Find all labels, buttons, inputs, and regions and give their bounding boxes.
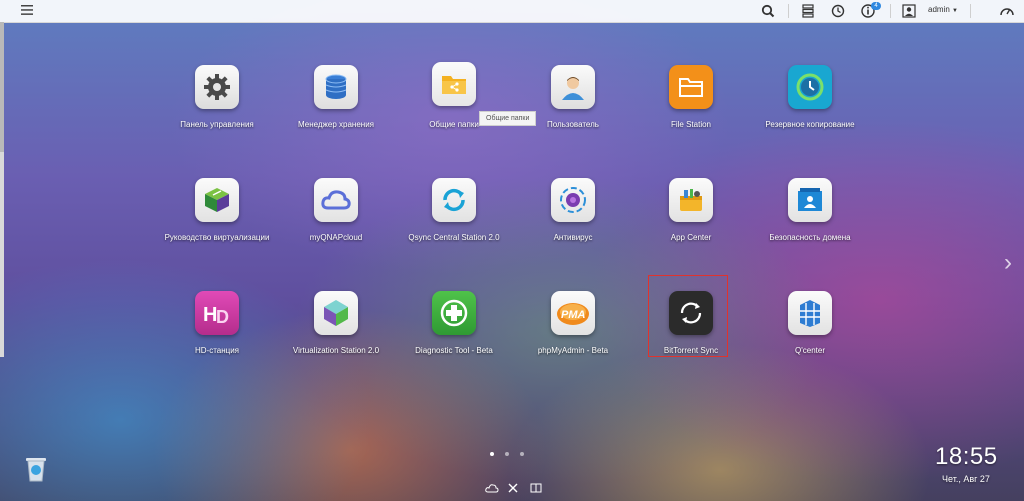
user-name: admin: [928, 5, 950, 14]
storage-alert-icon[interactable]: [799, 2, 817, 20]
app-file-station[interactable]: File Station: [631, 65, 751, 130]
page-dot[interactable]: [505, 452, 509, 456]
qcenter-grid-icon: [788, 291, 832, 335]
app-label: Менеджер хранения: [297, 120, 375, 129]
virus-target-icon: [551, 178, 595, 222]
page-dot[interactable]: [520, 452, 524, 456]
clock-date: Чет., Авг 27: [942, 474, 990, 484]
app-label: Безопасность домена: [769, 233, 851, 242]
tooltip: Общие папки: [479, 111, 537, 126]
tools-icon[interactable]: [507, 482, 521, 494]
svg-text:D: D: [216, 307, 229, 326]
selection-highlight: [648, 275, 728, 357]
app-label: Diagnostic Tool - Beta: [415, 346, 493, 355]
app-diagnostic-tool[interactable]: Diagnostic Tool - Beta: [394, 291, 514, 356]
bottom-dock: [485, 482, 543, 494]
app-app-center[interactable]: App Center: [631, 178, 751, 243]
app-label: phpMyAdmin - Beta: [537, 346, 609, 355]
cube-icon: [195, 178, 239, 222]
app-label: App Center: [670, 233, 712, 242]
separator: [970, 4, 971, 18]
app-control-panel[interactable]: Панель управления: [157, 65, 277, 130]
user-avatar-icon: [551, 65, 595, 109]
app-label: Панель управления: [180, 120, 254, 129]
app-virtualization-station[interactable]: Virtualization Station 2.0: [276, 291, 396, 356]
backup-clock-icon: [788, 65, 832, 109]
app-virtualization-guide[interactable]: Руководство виртуализации: [157, 178, 277, 243]
app-phpmyadmin[interactable]: PMA phpMyAdmin - Beta: [513, 291, 633, 356]
app-domain-security[interactable]: Безопасность домена: [750, 178, 870, 243]
app-backup[interactable]: Резервное копирование: [750, 65, 870, 130]
medical-cross-icon: [432, 291, 476, 335]
app-label: Резервное копирование: [765, 120, 855, 129]
sync-arrows-icon: [432, 178, 476, 222]
svg-text:PMA: PMA: [561, 309, 586, 321]
trash-icon[interactable]: [20, 452, 52, 484]
gear-icon: [195, 65, 239, 109]
cloud-icon: [314, 178, 358, 222]
page-dot[interactable]: [490, 452, 494, 456]
separator: [788, 4, 789, 18]
prism-icon: [314, 291, 358, 335]
left-edge-dark: [0, 22, 4, 152]
page-indicator: [490, 452, 524, 456]
sync-icon[interactable]: [829, 2, 847, 20]
clock-time: 18:55: [935, 443, 998, 470]
app-label: HD-станция: [194, 346, 240, 355]
separator: [890, 4, 891, 18]
app-label: Руководство виртуализации: [164, 233, 270, 242]
app-myqnapcloud[interactable]: myQNAPcloud: [276, 178, 396, 243]
app-label: File Station: [670, 120, 712, 129]
shared-folder-icon: [432, 62, 476, 106]
top-bar: 4 admin ▼: [0, 0, 1024, 23]
phpmyadmin-logo-icon: PMA: [551, 291, 595, 335]
app-storage-manager[interactable]: Менеджер хранения: [276, 65, 396, 130]
cloud-icon[interactable]: [485, 482, 499, 494]
app-label: Q'center: [795, 346, 825, 355]
app-label: myQNAPcloud: [309, 233, 363, 242]
menu-icon[interactable]: [20, 3, 34, 17]
id-card-icon: [788, 178, 832, 222]
app-qcenter[interactable]: Q'center: [750, 291, 870, 356]
dashboard-icon[interactable]: [998, 2, 1016, 20]
database-icon: [314, 65, 358, 109]
app-qsync[interactable]: Qsync Central Station 2.0: [394, 178, 514, 243]
app-label: Virtualization Station 2.0: [292, 346, 380, 355]
app-antivirus[interactable]: Антивирус: [513, 178, 633, 243]
search-icon[interactable]: [759, 2, 777, 20]
chevron-down-icon: ▼: [952, 8, 958, 14]
app-hd-station[interactable]: H D HD-станция: [157, 291, 277, 356]
user-menu[interactable]: admin ▼: [928, 5, 958, 14]
next-page-arrow-icon[interactable]: ›: [1004, 248, 1018, 278]
app-label: Qsync Central Station 2.0: [408, 233, 500, 242]
toolbox-icon: [669, 178, 713, 222]
user-icon[interactable]: [900, 2, 918, 20]
folder-icon: [669, 65, 713, 109]
hd-icon: H D: [195, 291, 239, 335]
app-label: Антивирус: [553, 233, 593, 242]
notification-badge: 4: [871, 2, 881, 10]
book-icon[interactable]: [529, 482, 543, 494]
